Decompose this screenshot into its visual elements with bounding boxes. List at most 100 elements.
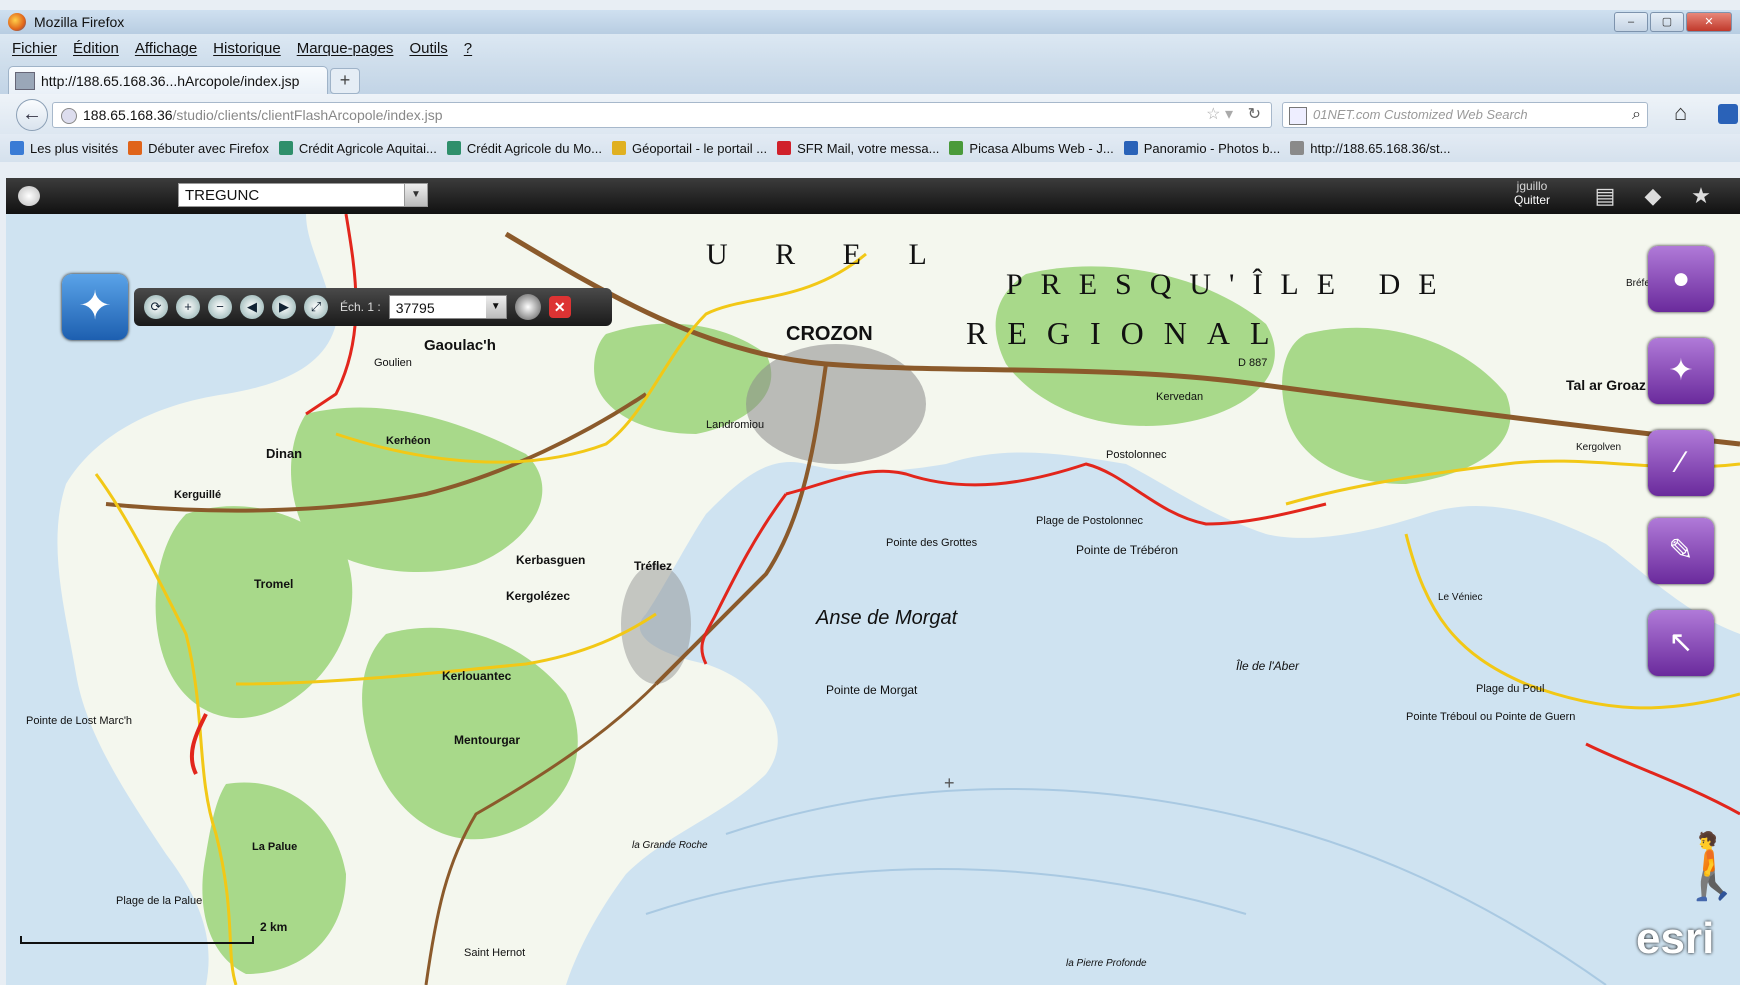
- commune-search-combo[interactable]: TREGUNC ▼: [178, 183, 428, 207]
- map-label: Tromel: [254, 577, 293, 591]
- map-label: la Grande Roche: [632, 840, 708, 851]
- app-logo-icon: [18, 186, 40, 206]
- zoom-next-icon[interactable]: ▶: [272, 295, 296, 319]
- menu-affichage[interactable]: Affichage: [135, 40, 197, 57]
- scale-label: Éch. 1 :: [340, 300, 381, 314]
- bookmark-icon: [1123, 141, 1138, 155]
- user-name: jguillo: [1516, 179, 1548, 193]
- map-label: Kergolven: [1576, 442, 1621, 453]
- map-label: Mentourgar: [454, 733, 520, 747]
- bookmark-icon: [10, 141, 24, 155]
- map-label: Le Véniec: [1438, 592, 1482, 603]
- select-pointer-button[interactable]: ↖: [1648, 610, 1714, 676]
- esri-logo: esri: [1636, 914, 1715, 963]
- map-label: la Pierre Profonde: [1066, 958, 1147, 969]
- map-label: Pointe de Trébéron: [1076, 543, 1178, 557]
- scale-input[interactable]: 37795 ▼: [388, 295, 507, 319]
- map-label: Île de l'Aber: [1236, 658, 1300, 673]
- close-window-button[interactable]: ✕: [1686, 12, 1732, 32]
- scalebar-label: 2 km: [260, 920, 288, 934]
- bookmark-item[interactable]: Crédit Agricole du Mo...: [446, 141, 602, 156]
- zoom-previous-icon[interactable]: ◀: [240, 295, 264, 319]
- refresh-extent-icon[interactable]: ⟳: [144, 295, 168, 319]
- map-canvas[interactable]: + CROZON Anse de Morgat Pointe de Morgat…: [6, 213, 1740, 985]
- globe-icon[interactable]: [514, 294, 541, 320]
- menu-historique[interactable]: Historique: [213, 40, 281, 57]
- map-label: Pointe des Grottes: [886, 537, 978, 549]
- map-label: Kerguillé: [174, 489, 221, 501]
- zoom-out-icon[interactable]: −: [208, 295, 232, 319]
- download-icon[interactable]: [1718, 104, 1738, 124]
- menu-outils[interactable]: Outils: [409, 40, 447, 57]
- svg-text:+: +: [944, 773, 955, 793]
- menu-fichier[interactable]: Fichier: [12, 40, 57, 57]
- map-label: Kerlouantec: [442, 669, 512, 683]
- bookmark-label: SFR Mail, votre messa...: [797, 140, 940, 156]
- menu-marque-pages[interactable]: Marque-pages: [297, 40, 394, 57]
- bookmark-item[interactable]: Les plus visités: [10, 141, 118, 156]
- menu-edition[interactable]: Édition: [73, 40, 119, 57]
- layers-icon[interactable]: ◆: [1636, 182, 1670, 210]
- url-bar[interactable]: 188.65.168.36/studio/clients/clientFlash…: [52, 102, 1272, 128]
- bookmark-icon: [611, 141, 626, 155]
- map-label: Plage du Poul: [1476, 683, 1545, 695]
- map-scalebar: [20, 936, 254, 944]
- pan-compass-button[interactable]: ✦: [62, 274, 128, 340]
- minimize-button[interactable]: –: [1614, 12, 1648, 32]
- search-icon[interactable]: ⌕: [1632, 103, 1641, 127]
- map-label: Pointe Tréboul ou Pointe de Guern: [1406, 711, 1575, 723]
- firefox-logo-icon: [8, 13, 26, 31]
- draw-pencil-button[interactable]: ✎: [1648, 518, 1714, 584]
- web-search-field[interactable]: 01NET.com Customized Web Search ⌕: [1282, 102, 1648, 128]
- bookmark-item[interactable]: Panoramio - Photos b...: [1123, 141, 1280, 156]
- tab-label: http://188.65.168.36...hArcopole/index.j…: [41, 73, 300, 89]
- add-poi-button[interactable]: ✦: [1648, 338, 1714, 404]
- back-button[interactable]: ←: [16, 99, 48, 131]
- map-label: Kergolézec: [506, 589, 570, 603]
- bookmark-item[interactable]: Crédit Agricole Aquitai...: [278, 140, 437, 156]
- bookmark-item[interactable]: Débuter avec Firefox: [128, 141, 269, 156]
- map-label: Anse de Morgat: [815, 607, 959, 629]
- basemap-book-icon[interactable]: ▤: [1588, 182, 1622, 210]
- navigation-toolbar: ⟳ + − ◀ ▶ ⤢ Éch. 1 : 37795 ▼ ✕: [134, 288, 612, 326]
- map-label: PRESQU'ÎLE DE: [1006, 268, 1455, 301]
- bookmark-item[interactable]: Géoportail - le portail ...: [611, 141, 767, 156]
- map-label: REGIONAL: [966, 315, 1290, 351]
- orb-tool-button[interactable]: ●: [1648, 246, 1714, 312]
- favorites-star-icon[interactable]: ★: [1684, 182, 1718, 210]
- map-label: Kerbasguen: [516, 553, 585, 567]
- map-label: Plage de Postolonnec: [1036, 515, 1144, 527]
- menu-help[interactable]: ?: [464, 40, 472, 57]
- navigation-bar: ← 188.65.168.36/studio/clients/clientFla…: [0, 94, 1740, 134]
- new-tab-button[interactable]: +: [330, 68, 360, 94]
- chevron-down-icon[interactable]: ▼: [485, 296, 506, 318]
- map-label: CROZON: [786, 323, 873, 345]
- zoom-in-icon[interactable]: +: [176, 295, 200, 319]
- bookmark-item[interactable]: SFR Mail, votre messa...: [777, 141, 939, 156]
- bookmark-icon: [446, 141, 461, 155]
- map-label: U R E L: [706, 238, 947, 271]
- map-label: Kerhéon: [386, 435, 431, 447]
- reload-icon[interactable]: ↻: [1248, 103, 1261, 127]
- map-label: Tréflez: [634, 559, 672, 573]
- map-label: Landromiou: [706, 419, 764, 431]
- home-icon[interactable]: ⌂: [1674, 102, 1698, 126]
- measure-ruler-button[interactable]: ∕: [1648, 430, 1714, 496]
- hiker-icon[interactable]: 🚶: [1672, 834, 1740, 898]
- bookmark-label: Crédit Agricole Aquitai...: [298, 140, 437, 156]
- map-label: Plage de la Palue: [116, 895, 202, 907]
- maximize-button[interactable]: ▢: [1650, 12, 1684, 32]
- chevron-down-icon[interactable]: ▼: [404, 184, 427, 206]
- map-label: Kervedan: [1156, 391, 1203, 403]
- search-engine-icon[interactable]: [1289, 106, 1307, 125]
- topographic-map[interactable]: + CROZON Anse de Morgat Pointe de Morgat…: [6, 213, 1740, 985]
- bookmark-star-icon[interactable]: ☆ ▾: [1206, 103, 1233, 127]
- tab-arcopole[interactable]: http://188.65.168.36...hArcopole/index.j…: [8, 66, 328, 95]
- bookmark-item[interactable]: Picasa Albums Web - J...: [949, 141, 1114, 156]
- quit-link[interactable]: Quitter: [1514, 193, 1550, 207]
- close-toolbar-icon[interactable]: ✕: [548, 296, 571, 318]
- full-extent-icon[interactable]: ⤢: [304, 295, 328, 319]
- search-placeholder: 01NET.com Customized Web Search: [1313, 107, 1528, 122]
- bookmark-item[interactable]: http://188.65.168.36/st...: [1290, 141, 1450, 156]
- arcopole-map-app: TREGUNC ▼ jguillo Quitter ▤ ◆ ★ + CROZON…: [6, 178, 1740, 985]
